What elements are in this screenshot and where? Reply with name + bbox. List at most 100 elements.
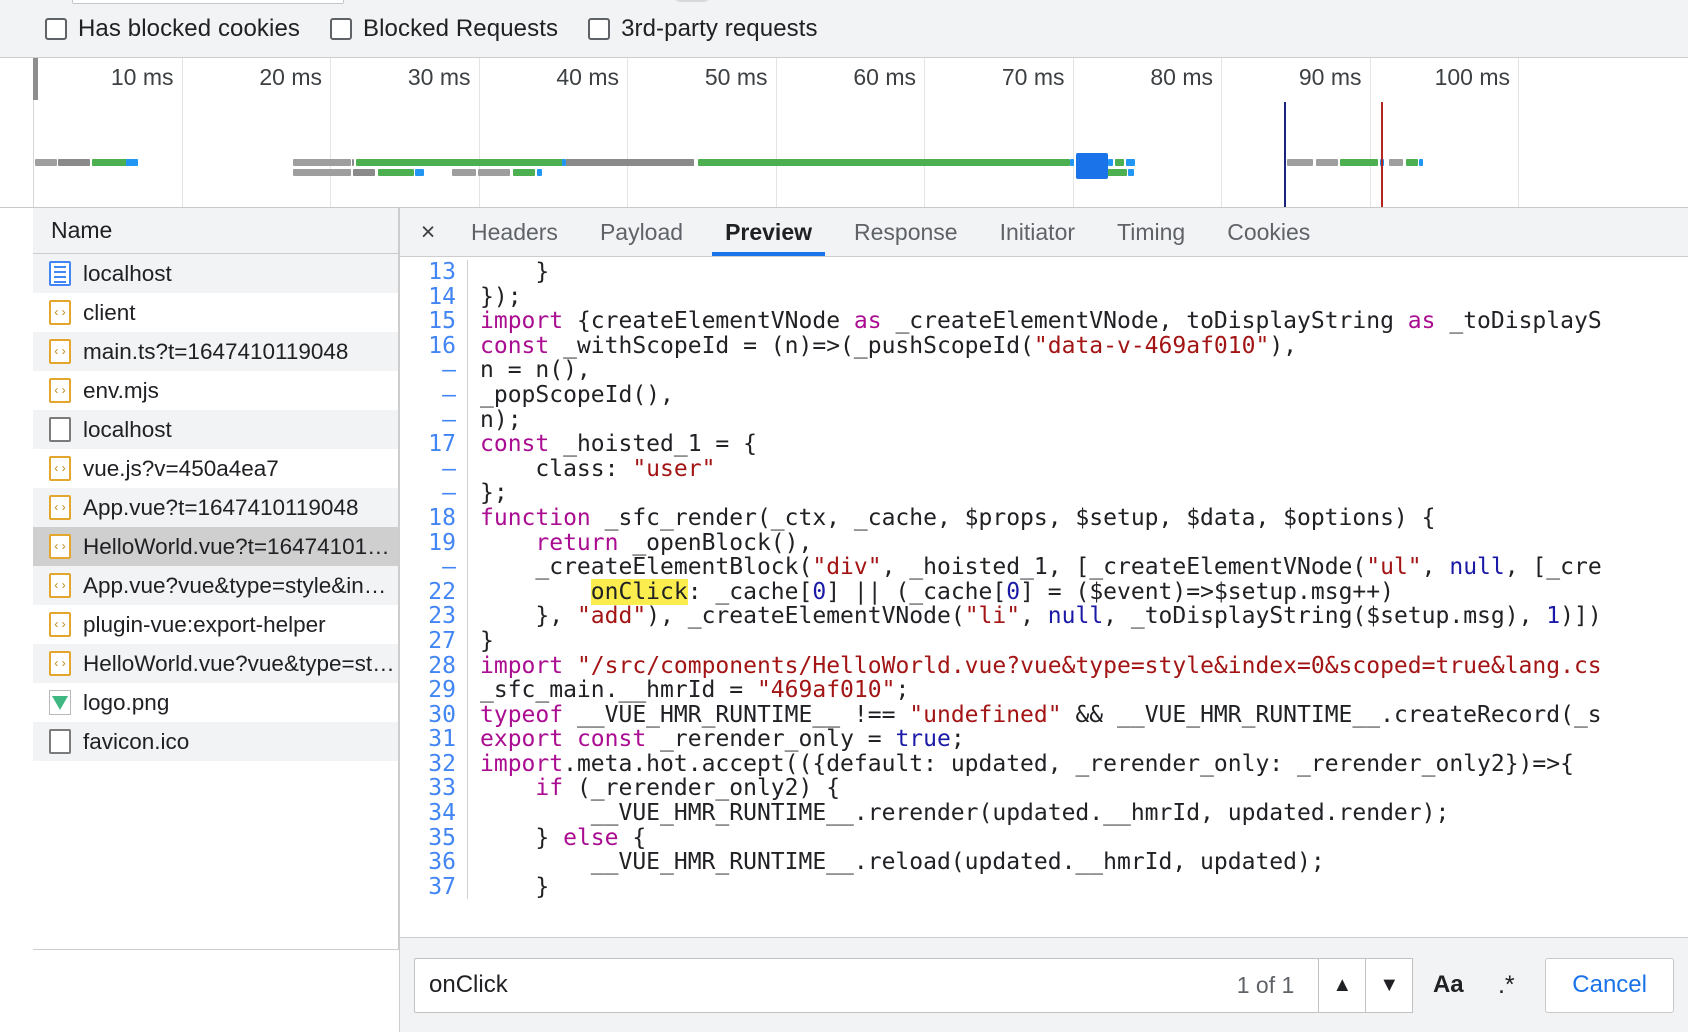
- code-line-text: import "/src/components/HelloWorld.vue?v…: [480, 652, 1602, 679]
- checkbox-blocked-requests[interactable]: Blocked Requests: [330, 15, 558, 43]
- regex-toggle[interactable]: .*: [1483, 958, 1529, 1013]
- line-number: –: [400, 457, 468, 482]
- script-icon: ‹›: [49, 573, 71, 598]
- overview-tick-label: 50 ms: [704, 64, 768, 90]
- filter-text-input[interactable]: [72, 0, 344, 4]
- code-line-text: if (_rerender_only2) {: [535, 775, 841, 802]
- overview-request-bar: [293, 159, 351, 166]
- dom-content-loaded-marker: [1284, 102, 1286, 207]
- overview-request-bar: [513, 169, 535, 176]
- tab-initiator[interactable]: Initiator: [979, 208, 1096, 256]
- request-row[interactable]: ‹› env.mjs: [33, 371, 398, 410]
- line-number: 15: [400, 309, 468, 334]
- overview-gridline: [1221, 58, 1222, 207]
- tab-response[interactable]: Response: [833, 208, 979, 256]
- code-line: 32 import.meta.hot.accept(({default: upda…: [400, 752, 1688, 777]
- request-row[interactable]: ‹› main.ts?t=1647410119048: [33, 332, 398, 371]
- tab-timing[interactable]: Timing: [1096, 208, 1206, 256]
- search-next-button[interactable]: ▼: [1365, 957, 1414, 1013]
- request-name: main.ts?t=1647410119048: [83, 338, 349, 364]
- request-row[interactable]: ‹› HelloWorld.vue?t=16474101…: [33, 527, 398, 566]
- request-name: client: [83, 299, 136, 325]
- code-line-text: _createElementBlock("div", _hoisted_1, […: [480, 554, 1602, 581]
- request-list-column-header[interactable]: Name: [33, 208, 398, 254]
- line-number: 23: [400, 604, 468, 629]
- checkbox-box-icon[interactable]: [330, 17, 353, 40]
- cancel-button[interactable]: Cancel: [1545, 957, 1674, 1013]
- request-name: localhost: [83, 416, 172, 442]
- request-name: App.vue?vue&type=style&in…: [83, 572, 387, 598]
- line-number: 18: [400, 506, 468, 531]
- overview-gridline: [775, 58, 777, 207]
- code-line-text: typeof __VUE_HMR_RUNTIME__ !== "undefine…: [480, 701, 1602, 728]
- request-row[interactable]: ‹› App.vue?t=1647410119048: [33, 488, 398, 527]
- overview-tick-label: 100 ms: [1434, 64, 1510, 90]
- search-input[interactable]: onClick 1 of 1: [414, 957, 1320, 1013]
- code-lines-container: 13 } 14}); 15 import {createElementVNode as…: [400, 260, 1688, 900]
- script-icon: ‹›: [49, 534, 71, 559]
- line-number: 28: [400, 653, 468, 679]
- checkbox-box-icon[interactable]: [588, 17, 611, 40]
- code-line-text: import.meta.hot.accept(({default: update…: [480, 750, 1574, 777]
- overview-request-bar: [1128, 169, 1134, 176]
- request-row[interactable]: localhost: [33, 254, 398, 293]
- line-number: 33: [400, 776, 468, 802]
- request-row[interactable]: ‹› HelloWorld.vue?vue&type=st…: [33, 644, 398, 683]
- request-rows-container: localhost ‹› client ‹› main.ts?t=16474101190…: [33, 254, 398, 761]
- close-icon[interactable]: ×: [406, 208, 450, 256]
- request-row[interactable]: ‹› vue.js?v=450a4ea7: [33, 449, 398, 488]
- checkbox-has-blocked-cookies[interactable]: Has blocked cookies: [45, 15, 300, 43]
- overview-tick-label: 30 ms: [407, 64, 471, 90]
- match-case-toggle[interactable]: Aa: [1425, 958, 1471, 1013]
- overview-tick-label: 70 ms: [1001, 64, 1065, 90]
- code-line-text: const _hoisted_1 = {: [480, 431, 757, 458]
- checkbox-box-icon[interactable]: [45, 17, 67, 40]
- code-line: 22 onClick: _cache[0] || (_cache[0] = ($…: [400, 578, 1688, 605]
- tab-preview[interactable]: Preview: [704, 208, 833, 256]
- request-name: HelloWorld.vue?t=16474101…: [83, 533, 390, 559]
- code-line: 37 }: [400, 875, 1688, 900]
- overview-gridline: [627, 58, 628, 207]
- overview-request-bar: [415, 169, 424, 176]
- request-row[interactable]: ‹› App.vue?vue&type=style&in…: [33, 566, 398, 605]
- line-number: –: [400, 481, 468, 506]
- request-list-pane[interactable]: Name localhost ‹› client ‹› main.ts?t=164741…: [33, 208, 399, 950]
- request-row[interactable]: favicon.ico: [33, 722, 398, 761]
- tab-cookies[interactable]: Cookies: [1206, 208, 1331, 256]
- image-icon: [49, 690, 71, 715]
- request-row[interactable]: logo.png: [33, 683, 398, 722]
- tab-payload[interactable]: Payload: [579, 208, 704, 256]
- overview-request-bar: [452, 169, 476, 176]
- column-header-name: Name: [51, 217, 113, 243]
- toolbar-pill[interactable]: [672, 0, 712, 2]
- preview-code-viewer[interactable]: 13 } 14}); 15 import {createElementVNode as…: [400, 257, 1688, 937]
- code-line: 34 __VUE_HMR_RUNTIME__.rerender(updated.…: [400, 801, 1688, 826]
- request-name: App.vue?t=1647410119048: [83, 494, 359, 520]
- code-line-text: export const _rerender_only = true;: [480, 726, 965, 753]
- line-number: –: [400, 383, 468, 408]
- tab-headers[interactable]: Headers: [450, 208, 579, 256]
- network-overview-timeline[interactable]: 10 ms 20 ms 30 ms 40 ms 50 ms 60 ms 70 ms 80 ms…: [0, 58, 1688, 208]
- code-line-text: };: [480, 480, 508, 507]
- script-icon: ‹›: [49, 612, 71, 637]
- overview-request-bar: [566, 159, 694, 166]
- request-name: logo.png: [83, 689, 170, 715]
- line-number: 14: [400, 284, 468, 310]
- checkbox-3rd-party-requests[interactable]: 3rd-party requests: [588, 15, 818, 43]
- checkbox-label: Blocked Requests: [363, 14, 559, 42]
- request-row[interactable]: localhost: [33, 410, 398, 449]
- code-line: 13 }: [400, 260, 1688, 285]
- overview-request-bar: [1108, 159, 1113, 166]
- code-line-text: onClick: _cache[0] || (_cache[0] = ($eve…: [590, 578, 1394, 605]
- overview-gridline: [478, 58, 480, 207]
- code-line: – n = n(),: [400, 358, 1688, 383]
- overview-left-resize-handle[interactable]: [33, 58, 38, 100]
- code-line: 14});: [400, 284, 1688, 310]
- request-row[interactable]: ‹› client: [33, 293, 398, 332]
- code-line-text: }, "add"), _createElementVNode("li", nul…: [480, 603, 1602, 630]
- overview-request-bar: [1389, 159, 1403, 166]
- request-row[interactable]: ‹› plugin-vue:export-helper: [33, 605, 398, 644]
- line-number: –: [400, 358, 468, 383]
- search-prev-button[interactable]: ▲: [1318, 957, 1367, 1013]
- code-line: 30 typeof __VUE_HMR_RUNTIME__ !== "undefi…: [400, 701, 1688, 728]
